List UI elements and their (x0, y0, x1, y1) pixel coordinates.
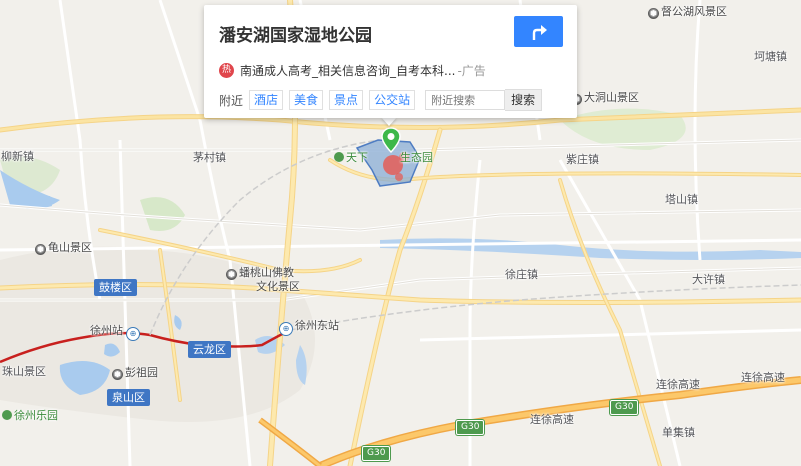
label-shanji-town[interactable]: 单集镇 (662, 426, 695, 440)
label-daxu-town[interactable]: 大许镇 (692, 273, 725, 287)
scenic-icon: ✽ (226, 269, 237, 280)
label-lianxu-expressway-3[interactable]: 连徐高速 (741, 371, 785, 385)
label-dadongshan-scenic[interactable]: ✽大洞山景区 (571, 91, 639, 105)
scenic-icon: ✽ (648, 8, 659, 19)
label-lianxu-expressway-1[interactable]: 连徐高速 (530, 413, 574, 427)
label-park-shengtaiyuan[interactable]: 生态园 (400, 151, 433, 165)
label-xuzhou-leyuan[interactable]: 徐州乐园 (2, 409, 58, 423)
nearby-tag-scenic[interactable]: 景点 (329, 90, 364, 110)
highway-shield-g30: G30 (610, 400, 639, 415)
label-maocun-town[interactable]: 茅村镇 (193, 151, 226, 165)
nearby-search-input[interactable] (425, 90, 506, 110)
nearby-tag-hotel[interactable]: 酒店 (249, 90, 284, 110)
popup-pointer (381, 117, 397, 126)
label-kedu-town[interactable]: 坷塘镇 (754, 50, 787, 64)
ad-text[interactable]: 南通成人高考_相关信息咨询_自考本科... (240, 62, 455, 79)
station-xuzhou[interactable]: 徐州站 ⊕ (90, 324, 142, 341)
ad-row[interactable]: 热 南通成人高考_相关信息咨询_自考本科... -广告 (219, 62, 486, 79)
location-pin-icon[interactable] (381, 127, 401, 153)
nearby-row: 附近 酒店 美食 景点 公交站 搜索 (219, 89, 543, 111)
place-title: 潘安湖国家湿地公园 (219, 26, 372, 46)
train-station-icon: ⊕ (126, 327, 140, 341)
district-yunlong[interactable]: 云龙区 (188, 341, 231, 358)
scenic-icon: ✽ (35, 244, 46, 255)
scenic-icon: ✽ (112, 369, 123, 380)
label-zhushan-scenic[interactable]: 珠山景区 (2, 365, 46, 379)
highway-shield-g30: G30 (456, 420, 485, 435)
route-turn-arrow-icon (532, 24, 547, 40)
label-pengzu-park[interactable]: ✽ 彭祖园 (112, 366, 158, 380)
train-station-icon: ⊕ (279, 322, 293, 336)
hot-badge-icon: 热 (219, 63, 234, 78)
nearby-tag-bus-stop[interactable]: 公交站 (369, 90, 416, 110)
place-info-popup: 潘安湖国家湿地公园 热 南通成人高考_相关信息咨询_自考本科... -广告 附近… (204, 5, 577, 118)
station-xuzhoudong[interactable]: ⊕ 徐州东站 (279, 319, 339, 336)
label-guishan-scenic[interactable]: ✽ 龟山景区 (35, 241, 92, 255)
label-park-tianxia[interactable]: 天下 (334, 151, 368, 165)
label-liuxin-town[interactable]: 柳新镇 (1, 150, 34, 164)
label-lianxu-expressway-2[interactable]: 连徐高速 (656, 378, 700, 392)
label-xuzhuang-town[interactable]: 徐庄镇 (505, 268, 538, 282)
district-gulou[interactable]: 鼓楼区 (94, 279, 137, 296)
nearby-tag-food[interactable]: 美食 (289, 90, 324, 110)
park-icon (334, 152, 344, 162)
label-pitaoshan-scenic[interactable]: ✽ 蟠桃山佛教 文化景区 (226, 266, 300, 294)
route-button[interactable] (514, 16, 563, 47)
label-tashan-town[interactable]: 塔山镇 (665, 193, 698, 207)
nearby-label: 附近 (219, 93, 244, 108)
district-quanshan[interactable]: 泉山区 (107, 389, 150, 406)
highway-shield-g30: G30 (362, 446, 391, 461)
park-icon (2, 410, 12, 420)
ad-mark: -广告 (457, 64, 486, 78)
label-dugong-scenic[interactable]: ✽ 督公湖风景区 (648, 5, 727, 19)
label-zizhuang-town[interactable]: 紫庄镇 (566, 153, 599, 167)
nearby-search-button[interactable]: 搜索 (505, 89, 543, 111)
